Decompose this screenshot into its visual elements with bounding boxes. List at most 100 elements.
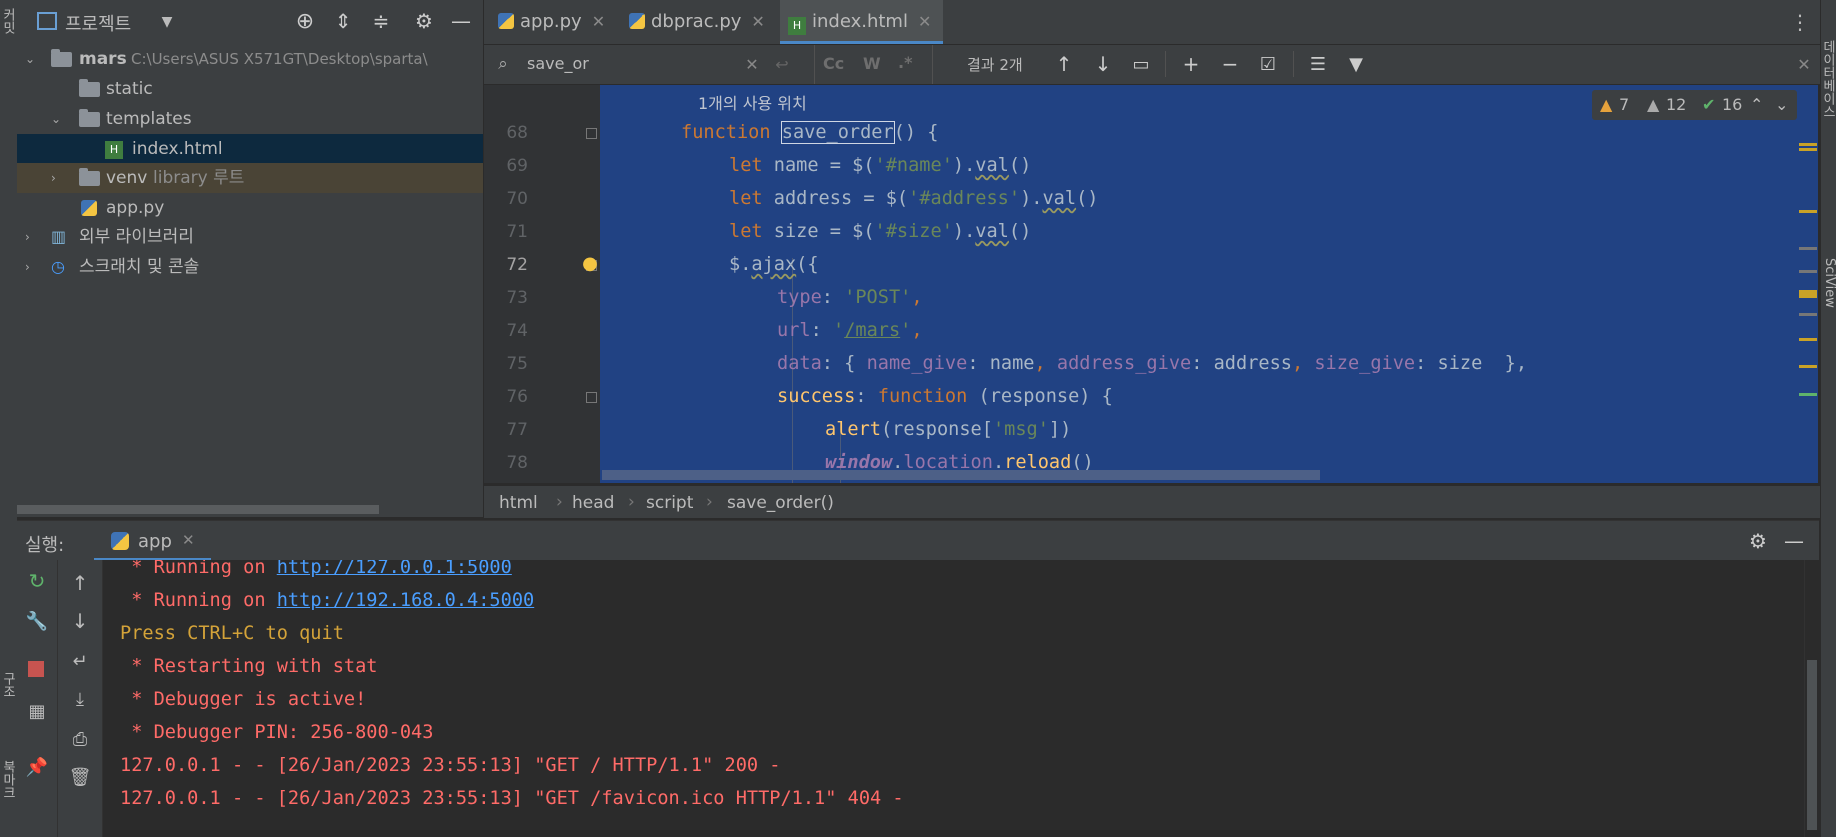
tree-item-static[interactable]: static bbox=[17, 74, 483, 104]
match-case-toggle[interactable]: Cc bbox=[823, 54, 844, 73]
arrow-up-icon[interactable]: ↑ bbox=[1052, 52, 1076, 76]
line-number: 76 bbox=[506, 387, 528, 407]
rerun-icon[interactable]: ↻ bbox=[26, 569, 48, 593]
chevron-right-icon[interactable]: › bbox=[51, 163, 56, 193]
tree-item-index-html[interactable]: H index.html bbox=[17, 134, 483, 164]
hide-panel-icon[interactable]: — bbox=[449, 9, 473, 33]
tree-item-scratches[interactable]: › ◷ 스크래치 및 콘솔 bbox=[17, 252, 483, 282]
collapse-all-icon[interactable]: ≑ bbox=[369, 9, 393, 33]
expand-all-icon[interactable]: ⇕ bbox=[331, 9, 355, 33]
console-line: * Debugger PIN: 256-800-043 bbox=[120, 722, 434, 743]
more-vertical-icon[interactable]: ⋮ bbox=[1790, 10, 1810, 34]
close-icon[interactable]: ✕ bbox=[182, 531, 195, 549]
stripe-mark[interactable] bbox=[1799, 210, 1817, 213]
trash-icon[interactable]: 🗑 bbox=[69, 766, 92, 788]
tree-item-templates[interactable]: ⌄ templates bbox=[17, 104, 483, 134]
hide-panel-icon[interactable]: — bbox=[1783, 529, 1805, 553]
stripe-mark[interactable] bbox=[1799, 393, 1817, 396]
chevron-down-icon[interactable]: ⌄ bbox=[51, 104, 61, 134]
lightbulb-icon[interactable]: ● bbox=[580, 251, 600, 275]
run-console[interactable]: * Running on http://127.0.0.1:5000 * Run… bbox=[103, 560, 1804, 837]
locate-icon[interactable]: ⊕ bbox=[293, 9, 317, 34]
clear-search-icon[interactable]: ✕ bbox=[742, 54, 762, 74]
close-find-icon[interactable]: ✕ bbox=[1794, 54, 1814, 74]
select-occurrences-icon[interactable]: ☑ bbox=[1254, 52, 1282, 76]
soft-wrap-icon[interactable]: ↵ bbox=[69, 650, 91, 672]
stripe-mark[interactable] bbox=[1799, 290, 1817, 298]
breadcrumb-item[interactable]: html bbox=[499, 493, 538, 513]
wrench-icon[interactable]: 🔧 bbox=[26, 610, 48, 632]
tree-item-external-libraries[interactable]: › ▥ 외부 라이브러리 bbox=[17, 222, 483, 252]
chevron-down-icon[interactable]: ▼ bbox=[157, 12, 177, 32]
stripe-mark[interactable] bbox=[1799, 143, 1817, 146]
stop-icon[interactable] bbox=[28, 661, 44, 677]
close-icon[interactable]: ✕ bbox=[751, 12, 764, 31]
tab-index-html[interactable]: Hindex.html ✕ bbox=[780, 0, 944, 44]
fold-icon[interactable] bbox=[586, 392, 597, 403]
tree-root-mars[interactable]: ⌄ mars C:\Users\ASUS X571GT\Desktop\spar… bbox=[17, 44, 483, 74]
database-tool-label[interactable]: 데이터베이스 bbox=[1820, 40, 1836, 118]
breadcrumb-item[interactable]: save_order() bbox=[727, 493, 834, 513]
breadcrumb-item[interactable]: script bbox=[646, 493, 693, 513]
python-icon bbox=[111, 532, 129, 550]
pin-icon[interactable]: 📌 bbox=[26, 756, 48, 778]
structure-tool-label[interactable]: 구조 bbox=[0, 672, 17, 698]
chevron-down-icon[interactable]: ⌄ bbox=[1775, 90, 1788, 120]
scroll-to-end-icon[interactable]: ⤓ bbox=[69, 688, 91, 710]
code-editor[interactable]: 68 69 70 71 72 73 74 75 76 77 78 ● 1개의 사… bbox=[484, 85, 1820, 483]
print-icon[interactable]: ⎙ bbox=[69, 728, 91, 750]
replace-icon[interactable]: ↩ bbox=[772, 54, 792, 74]
horizontal-scrollbar[interactable] bbox=[17, 505, 379, 514]
run-tab-app[interactable]: app ✕ bbox=[94, 521, 211, 561]
bookmarks-tool-label[interactable]: 북마크 bbox=[0, 760, 17, 799]
console-scrollbar-track[interactable] bbox=[1804, 560, 1820, 837]
remove-occurrence-icon[interactable]: − bbox=[1216, 52, 1244, 76]
code-line-72: $.ajax({ bbox=[729, 254, 819, 275]
console-link[interactable]: http://192.168.0.4:5000 bbox=[277, 590, 534, 611]
fold-icon[interactable] bbox=[586, 128, 597, 139]
select-all-occurrences-icon[interactable]: ▭ bbox=[1129, 52, 1153, 76]
tree-item-venv[interactable]: › venv library 루트 bbox=[17, 163, 483, 193]
arrow-down-icon[interactable]: ↓ bbox=[1091, 52, 1115, 76]
stripe-mark[interactable] bbox=[1799, 270, 1817, 273]
console-scrollbar-thumb[interactable] bbox=[1807, 660, 1817, 830]
stripe-mark[interactable] bbox=[1799, 338, 1817, 341]
chevron-right-icon[interactable]: › bbox=[25, 222, 30, 252]
filter-icon[interactable]: ▼ bbox=[1344, 52, 1368, 76]
add-occurrence-icon[interactable]: + bbox=[1177, 52, 1205, 76]
code-line-76: success: function (response) { bbox=[777, 386, 1113, 407]
gear-icon[interactable]: ⚙ bbox=[412, 9, 436, 33]
search-input[interactable]: save_or bbox=[527, 54, 727, 76]
breadcrumb-item[interactable]: head bbox=[572, 493, 614, 513]
chevron-down-icon[interactable]: ⌄ bbox=[25, 44, 35, 74]
chevron-up-icon[interactable]: ⌃ bbox=[1750, 90, 1763, 120]
project-title[interactable]: 프로젝트 bbox=[65, 10, 131, 36]
arrow-down-icon[interactable]: ↓ bbox=[69, 609, 91, 633]
gear-icon[interactable]: ⚙ bbox=[1747, 529, 1769, 553]
tab-app-py[interactable]: app.py ✕ bbox=[498, 0, 605, 44]
commit-tool-label[interactable]: 커밋 bbox=[0, 8, 17, 34]
close-icon[interactable]: ✕ bbox=[592, 12, 605, 31]
stripe-mark[interactable] bbox=[1799, 365, 1817, 368]
chevron-right-icon[interactable]: › bbox=[25, 252, 30, 282]
tab-dbprac-py[interactable]: dbprac.py ✕ bbox=[629, 0, 765, 44]
console-line: * Running on http://192.168.0.4:5000 bbox=[120, 590, 535, 611]
sciview-tool-label[interactable]: SciView bbox=[1821, 258, 1836, 308]
whole-word-toggle[interactable]: W bbox=[863, 54, 881, 73]
horizontal-scrollbar[interactable] bbox=[602, 470, 1320, 480]
filter-lines-icon[interactable]: ☰ bbox=[1304, 52, 1332, 76]
inspection-widget[interactable]: ▲ 7 ▲ 12 ✔ 16 ⌃ ⌄ bbox=[1592, 90, 1797, 120]
tree-item-app-py[interactable]: app.py bbox=[17, 193, 483, 223]
find-bar: ⌕ save_or ✕ ↩ Cc W .* 결과 2개 ↑ ↓ ▭ + − ☑ … bbox=[484, 45, 1820, 85]
stripe-mark[interactable] bbox=[1799, 313, 1817, 316]
code-line-71: let size = $('#size').val() bbox=[729, 221, 1032, 242]
close-icon[interactable]: ✕ bbox=[918, 12, 931, 31]
run-label: 실행: bbox=[25, 535, 65, 556]
layout-icon[interactable]: ▦ bbox=[26, 700, 48, 722]
console-link[interactable]: http://127.0.0.1:5000 bbox=[277, 560, 512, 578]
stripe-mark[interactable] bbox=[1799, 148, 1817, 151]
regex-toggle[interactable]: .* bbox=[898, 53, 912, 72]
usages-hint[interactable]: 1개의 사용 위치 bbox=[698, 90, 807, 114]
arrow-up-icon[interactable]: ↑ bbox=[69, 571, 91, 595]
stripe-mark[interactable] bbox=[1799, 247, 1817, 250]
